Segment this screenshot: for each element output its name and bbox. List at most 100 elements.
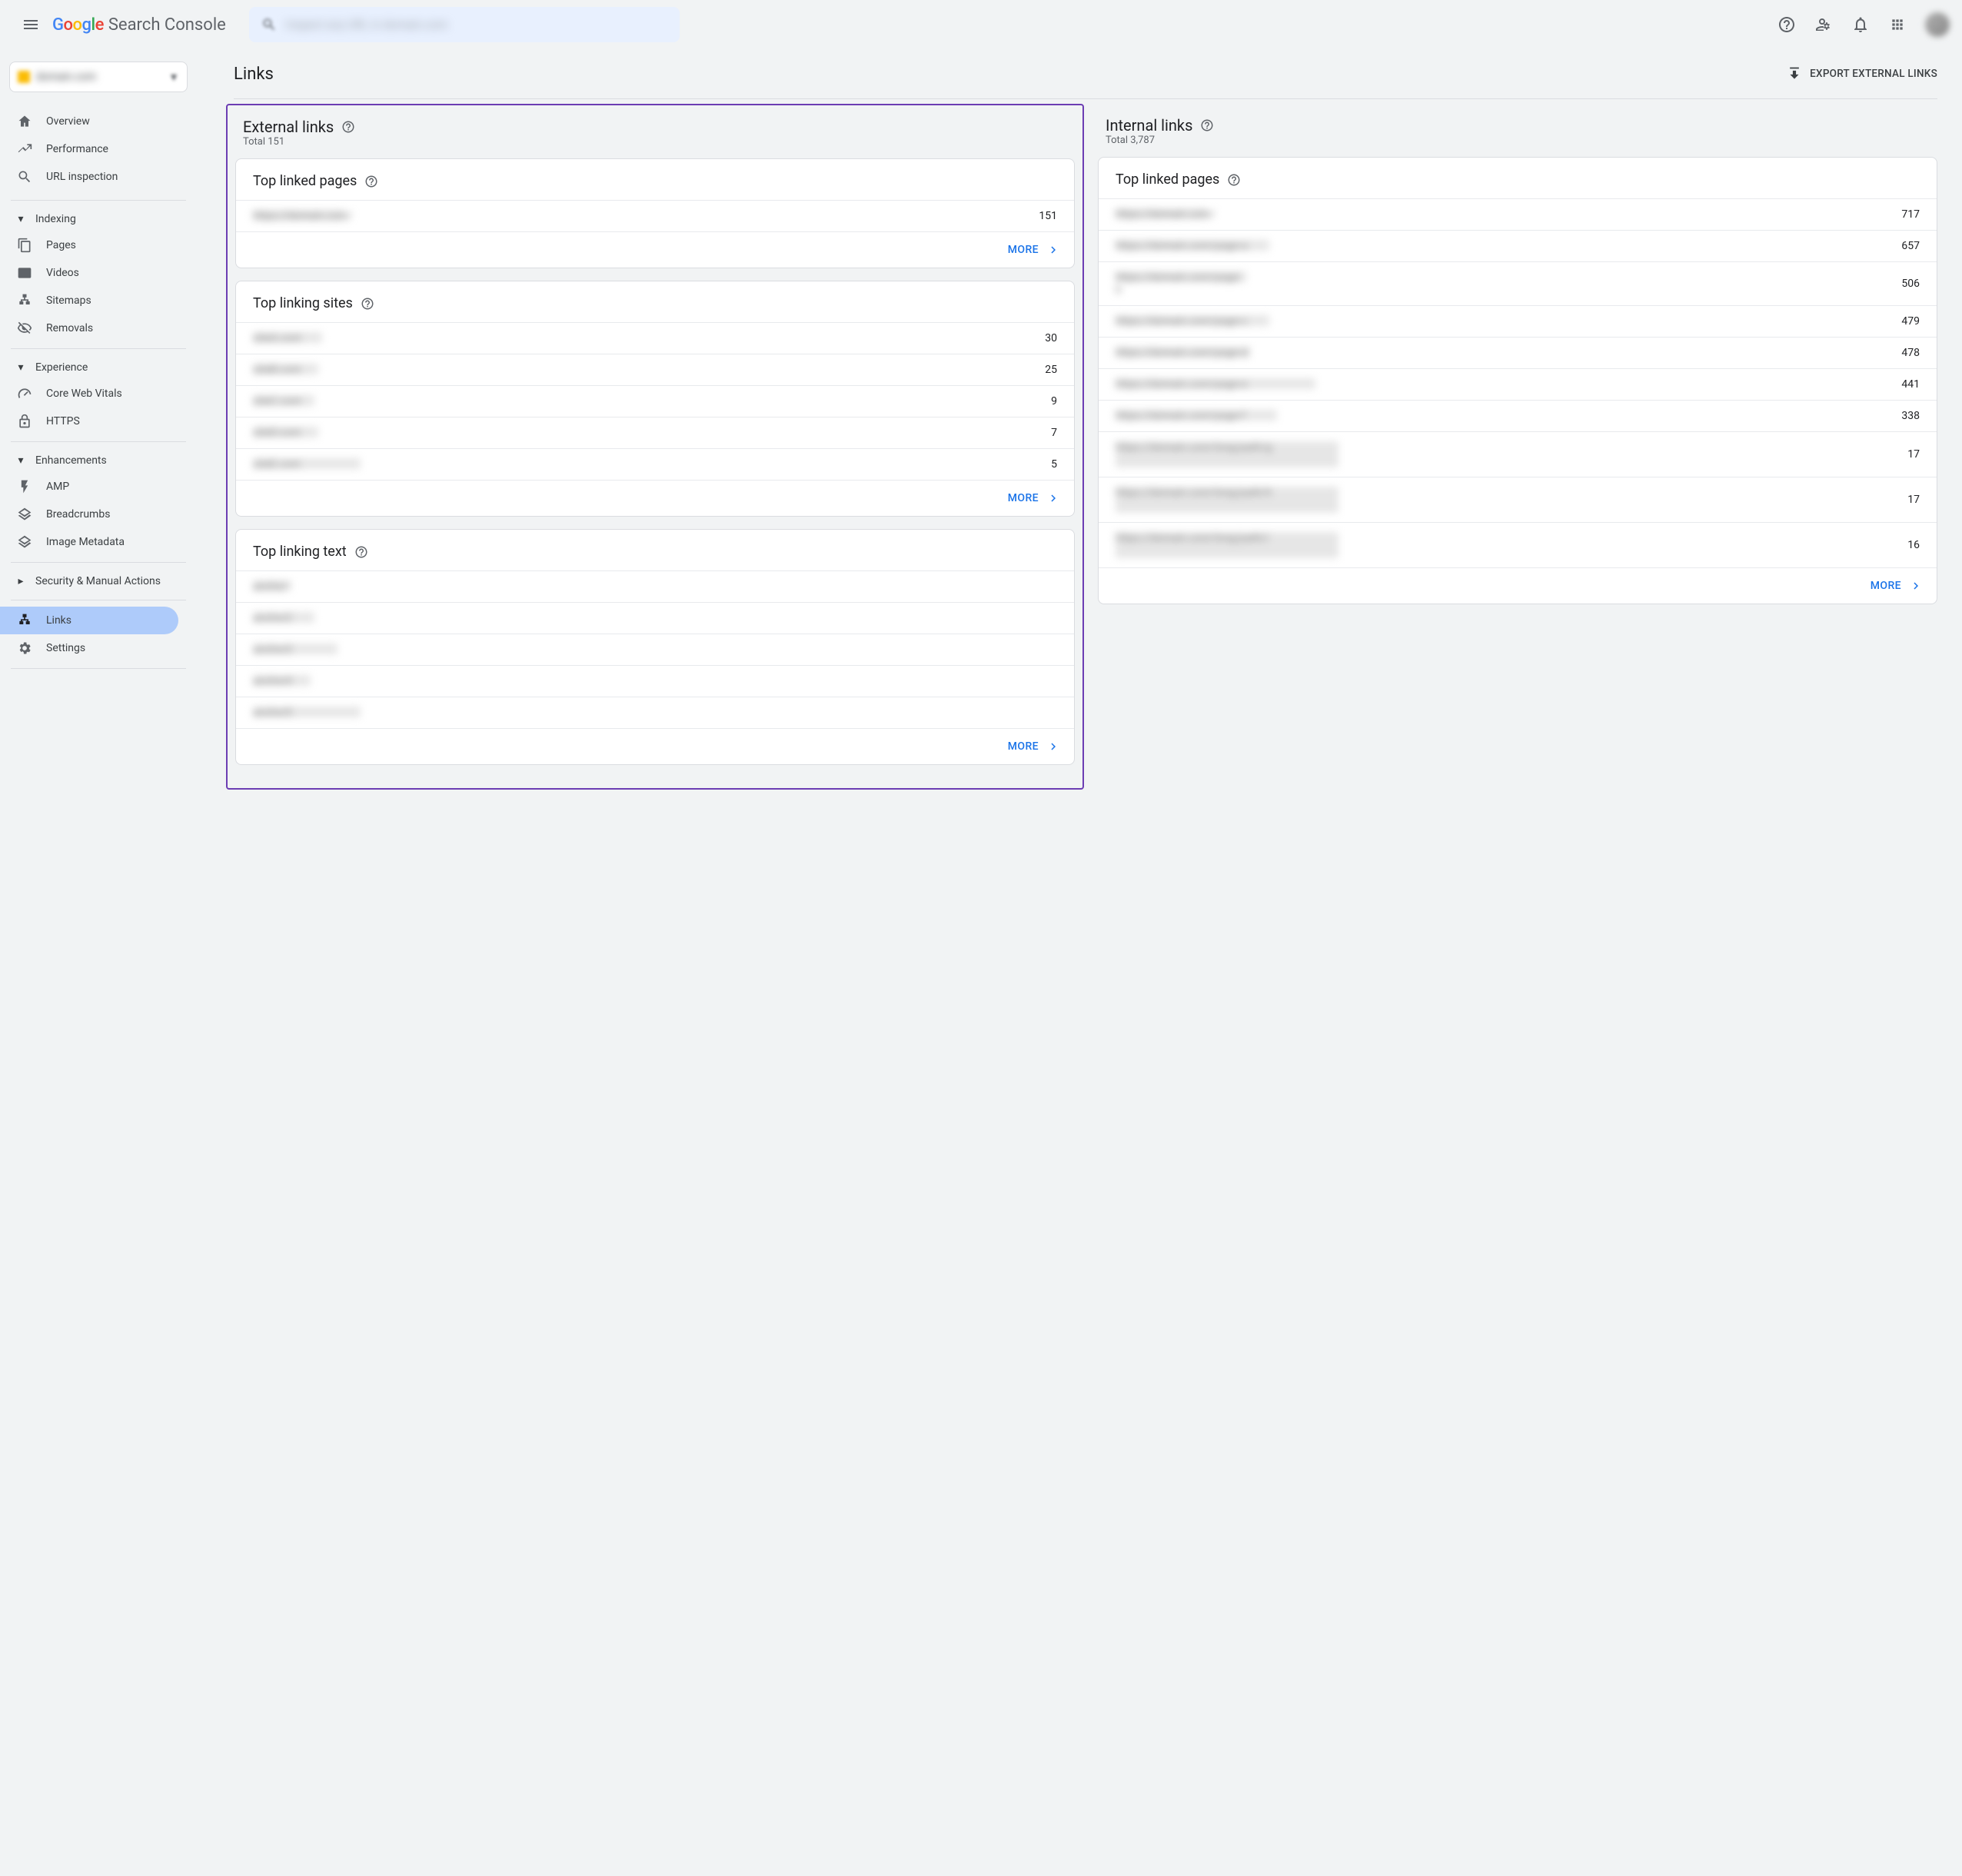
table: anchor1anchor2anchor3anchor4 anchor5 [236,570,1074,728]
nav-group-indexing[interactable]: ▾ Indexing [0,207,197,231]
property-favicon [18,71,30,83]
nav-overview[interactable]: Overview [0,108,178,135]
table-row[interactable]: anchor1 [236,571,1074,603]
caret-down-icon: ▾ [14,454,28,467]
search-icon [17,169,32,185]
more-button[interactable]: MORE [236,480,1074,516]
table-row[interactable]: siteA.com30 [236,323,1074,354]
table-row[interactable]: siteD.com7 [236,417,1074,449]
nav-performance[interactable]: Performance [0,135,178,163]
nav-removals[interactable]: Removals [0,314,178,342]
help-icon [1777,15,1796,34]
count-cell: 478 [1875,338,1937,369]
nav-pages[interactable]: Pages [0,231,178,259]
more-button[interactable]: MORE [236,728,1074,764]
account-avatar[interactable] [1925,12,1950,37]
nav-label: Performance [46,143,108,155]
table-row[interactable]: https://domain.com/page-e441 [1099,369,1937,401]
help-icon[interactable] [364,175,378,188]
table-row[interactable]: https://domain.com/page-c479 [1099,306,1937,338]
url-cell: https://domain.com/long/path/g [1116,441,1338,467]
nav-label: Sitemaps [46,294,91,307]
user-settings-button[interactable] [1808,9,1839,40]
url-cell: https://domain.com/page-a [1116,240,1269,251]
nav-group-experience[interactable]: ▾ Experience [0,355,197,380]
table-row[interactable]: siteE.com5 [236,449,1074,481]
pages-icon [17,238,32,253]
table-row[interactable]: anchor4 [236,666,1074,697]
visibility-off-icon [17,321,32,336]
nav-group-label: Indexing [35,213,76,225]
export-external-links-button[interactable]: EXPORT EXTERNAL LINKS [1787,66,1937,81]
table-row[interactable]: siteC.com9 [236,386,1074,417]
table-row[interactable]: anchor2 [236,603,1074,634]
card-title: Top linking text [253,544,347,560]
internal-links-column: Internal links Total 3,787 Top linked pa… [1098,111,1937,617]
download-icon [1787,66,1802,81]
nav-amp[interactable]: AMP [0,473,178,501]
help-icon[interactable] [354,545,368,559]
url-cell: https://domain.com/ [253,210,345,221]
table-row[interactable]: https://domain.com/page-f338 [1099,401,1937,432]
url-inspect-search[interactable]: Inspect any URL in domain.com [249,7,680,42]
card-title: Top linking sites [253,295,353,311]
chevron-right-icon [1046,491,1060,505]
nav-videos[interactable]: Videos [0,259,178,287]
internal-links-title: Internal links [1106,116,1192,135]
nav-links[interactable]: Links [0,607,178,634]
nav-label: Overview [46,115,90,128]
external-links-column: External links Total 151 Top linked page… [226,104,1084,790]
table-row[interactable]: https://domain.com/long/path/h17 [1099,477,1937,523]
table: siteA.com30siteB.com25siteC.com9siteD.co… [236,322,1074,480]
url-cell: https://domain.com/page-b [1116,271,1246,282]
table-row[interactable]: https://domain.com/long/path/g17 [1099,432,1937,477]
nav-label: HTTPS [46,415,80,427]
nav-image-metadata[interactable]: Image Metadata [0,528,178,556]
nav-settings[interactable]: Settings [0,634,178,662]
table-row[interactable]: https://domain.com/page-a657 [1099,231,1937,262]
apps-button[interactable] [1882,9,1913,40]
table-row[interactable]: siteB.com25 [236,354,1074,386]
sidebar: domain.com ▼ Overview Performance URL in… [0,49,197,836]
help-icon[interactable] [361,297,374,311]
person-gear-icon [1814,15,1833,34]
nav-breadcrumbs[interactable]: Breadcrumbs [0,501,178,528]
help-button[interactable] [1771,9,1802,40]
notifications-button[interactable] [1845,9,1876,40]
text-cell: anchor5 [253,707,361,717]
nav-label: URL inspection [46,171,118,183]
help-icon[interactable] [1200,118,1214,132]
more-button[interactable]: MORE [1099,567,1937,604]
more-button[interactable]: MORE [236,231,1074,268]
nav-core-web-vitals[interactable]: Core Web Vitals [0,380,178,407]
product-logo[interactable]: Google Search Console [52,15,226,35]
help-icon[interactable] [1227,173,1241,187]
nav-sitemaps[interactable]: Sitemaps [0,287,178,314]
site-cell: siteE.com [253,458,361,469]
gear-icon [17,640,32,656]
bolt-icon [17,479,32,494]
search-icon [261,17,277,32]
help-icon[interactable] [341,120,355,134]
bell-icon [1851,15,1870,34]
nav-group-enhancements[interactable]: ▾ Enhancements [0,448,197,473]
card-top-linked-pages-internal: Top linked pages https://domain.com/717h… [1098,157,1937,604]
property-selector[interactable]: domain.com ▼ [9,62,188,92]
nav-url-inspection[interactable]: URL inspection [0,163,178,191]
url-cell: https://domain.com/page-c [1116,315,1269,326]
count-cell: 9 [1013,386,1074,417]
table-row[interactable]: anchor5 [236,697,1074,729]
nav-group-security[interactable]: ▸ Security & Manual Actions [0,569,197,594]
table-row[interactable]: https://domain.com/long/path/i16 [1099,523,1937,568]
nav-https[interactable]: HTTPS [0,407,178,435]
table-row[interactable]: https://domain.com/page-d478 [1099,338,1937,369]
table-row[interactable]: anchor3 [236,634,1074,666]
apps-grid-icon [1890,17,1905,32]
nav-label: Image Metadata [46,536,125,548]
table-row[interactable]: https://domain.com/page-b506 [1099,262,1937,306]
count-cell: 17 [1875,477,1937,523]
hamburger-menu-button[interactable] [12,6,49,43]
table-row[interactable]: https://domain.com/717 [1099,199,1937,231]
nav-group-label: Security & Manual Actions [35,575,161,587]
table-row[interactable]: https://domain.com/ 151 [236,201,1074,232]
